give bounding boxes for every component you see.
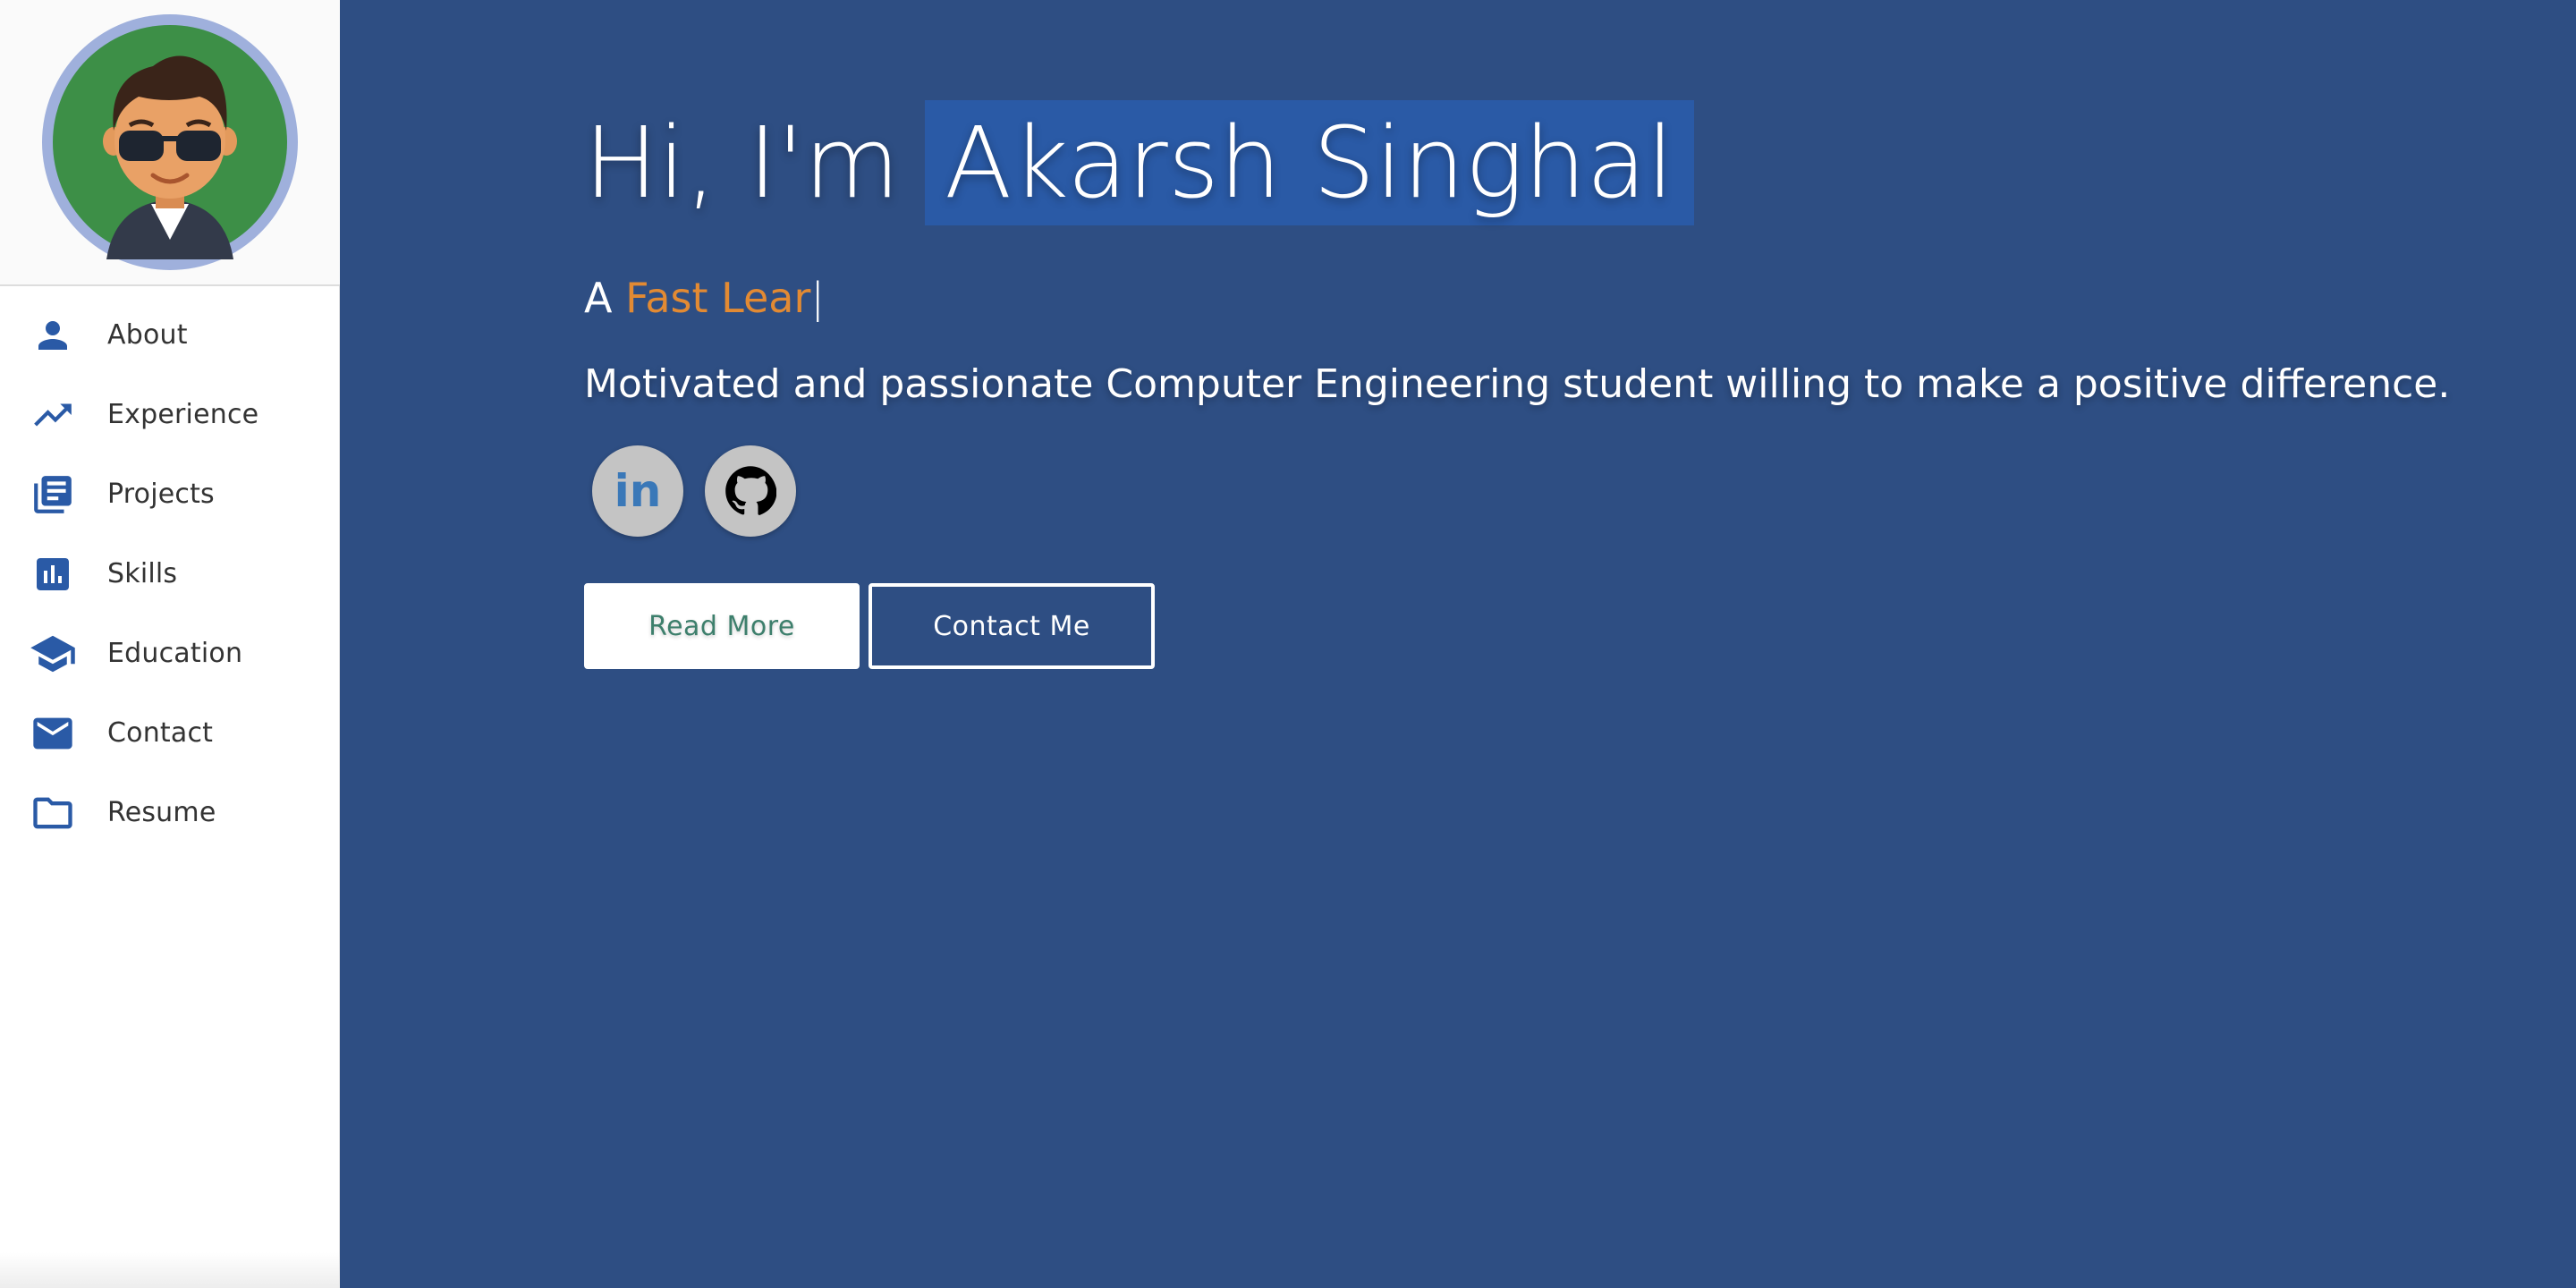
sidebar-item-education[interactable]: Education	[0, 614, 339, 693]
hero-actions: Read More Contact Me	[584, 583, 1155, 669]
hero-name: Akarsh Singhal	[925, 100, 1694, 225]
linkedin-link[interactable]: in	[592, 445, 683, 537]
typing-caret: |	[810, 274, 825, 322]
typing-text: A Fast Lear|	[584, 274, 825, 322]
read-more-button[interactable]: Read More	[584, 583, 860, 669]
typing-prefix: A	[584, 274, 613, 322]
sidebar-bottom-fade	[0, 1252, 340, 1288]
contact-me-button[interactable]: Contact Me	[869, 583, 1155, 669]
linkedin-icon: in	[610, 469, 665, 513]
sidebar-item-label: Skills	[107, 558, 178, 589]
sidebar-item-experience[interactable]: Experience	[0, 375, 339, 454]
sidebar-item-label: Education	[107, 638, 243, 669]
sidebar-item-projects[interactable]: Projects	[0, 454, 339, 534]
avatar-container	[0, 0, 340, 286]
hero-greeting: Hi, I'm	[584, 106, 901, 220]
school-icon	[29, 630, 77, 678]
tagline: Motivated and passionate Computer Engine…	[584, 361, 2451, 407]
page: About Experience Projects Skills Educati…	[0, 0, 2576, 1288]
sidebar-item-skills[interactable]: Skills	[0, 534, 339, 614]
avatar[interactable]	[42, 14, 298, 270]
github-icon	[724, 465, 776, 517]
sidebar-item-label: About	[107, 319, 188, 351]
trending-up-icon	[29, 391, 77, 439]
bar-chart-icon	[29, 550, 77, 598]
hero-section: Hi, I'm Akarsh Singhal A Fast Lear| Moti…	[341, 0, 2576, 1288]
library-books-icon	[29, 470, 77, 519]
sidebar-item-label: Contact	[107, 717, 214, 749]
sidebar: About Experience Projects Skills Educati…	[0, 0, 340, 1288]
avatar-image	[53, 25, 287, 259]
sidebar-item-label: Resume	[107, 797, 216, 828]
sidebar-item-label: Experience	[107, 399, 259, 430]
linkedin-glyph: in	[614, 469, 662, 513]
github-link[interactable]	[705, 445, 796, 537]
folder-icon	[29, 789, 77, 837]
sidebar-item-label: Projects	[107, 479, 215, 510]
person-icon	[29, 311, 77, 360]
sidebar-item-resume[interactable]: Resume	[0, 773, 339, 852]
social-links: in	[592, 445, 796, 537]
sidebar-nav: About Experience Projects Skills Educati…	[0, 286, 339, 852]
typing-word: Fast Lear	[625, 274, 811, 322]
sidebar-item-about[interactable]: About	[0, 295, 339, 375]
hero-title: Hi, I'm Akarsh Singhal	[584, 100, 1694, 225]
sidebar-item-contact[interactable]: Contact	[0, 693, 339, 773]
mail-icon	[29, 709, 77, 758]
